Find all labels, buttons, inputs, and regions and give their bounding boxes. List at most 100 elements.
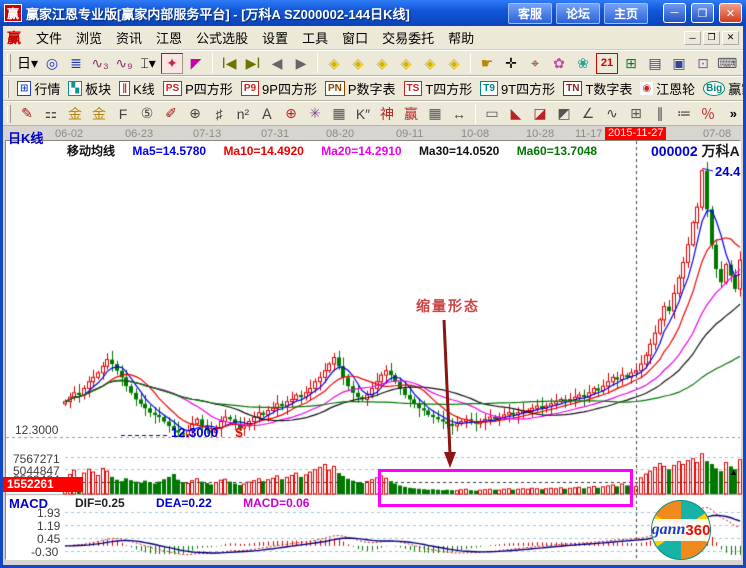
- ma5-value: Ma5=14.5780: [132, 144, 206, 158]
- computer-icon[interactable]: ⌨: [716, 53, 738, 74]
- macd-value: MACD=0.06: [243, 496, 309, 510]
- gold-grid2-icon[interactable]: 金: [88, 103, 110, 124]
- maximize-button[interactable]: ❐: [691, 3, 714, 23]
- n2-grid-icon[interactable]: n²: [232, 103, 254, 124]
- child-minimize-button[interactable]: ─: [684, 31, 701, 45]
- fan-tool-icon[interactable]: ◣: [505, 103, 527, 124]
- close-button[interactable]: ✕: [719, 3, 742, 23]
- brush-icon[interactable]: ✐: [160, 103, 182, 124]
- percent-tool-icon[interactable]: ％: [697, 103, 719, 124]
- clock-grid-icon[interactable]: ⊕: [184, 103, 206, 124]
- grid123-icon[interactable]: ▦: [424, 103, 446, 124]
- expand-h-icon[interactable]: ◈: [371, 53, 393, 74]
- fan-square2-icon[interactable]: ◩: [553, 103, 575, 124]
- channel-tool-icon[interactable]: ∥: [649, 103, 671, 124]
- t-square-button[interactable]: TST四方形: [404, 79, 473, 98]
- winner-wheel-button[interactable]: Big赢家轮: [703, 79, 743, 98]
- shrink-volume-annotation: 缩量形态: [416, 296, 480, 316]
- first-page-icon[interactable]: Ⅰ◀: [218, 53, 240, 74]
- toolbar-overflow-chevron[interactable]: »: [726, 106, 741, 121]
- t9-square-button[interactable]: T99T四方形: [480, 79, 555, 98]
- menu-item-3[interactable]: 江恩: [149, 29, 189, 48]
- chart3-icon[interactable]: ∿₃: [89, 53, 111, 74]
- a-ruler-icon[interactable]: Ａ: [256, 103, 278, 124]
- prev-icon[interactable]: ◀: [266, 53, 288, 74]
- winner-wheel-button-icon: Big: [703, 81, 725, 96]
- rect-tool-icon[interactable]: ▭: [481, 103, 503, 124]
- chart9-icon[interactable]: ∿₉: [113, 53, 135, 74]
- menu-item-5[interactable]: 设置: [255, 29, 295, 48]
- hash-grid-icon[interactable]: ♯: [208, 103, 230, 124]
- transfer-icon[interactable]: ⊡: [692, 53, 714, 74]
- customer-service-button[interactable]: 客服: [508, 3, 552, 24]
- calculator-icon[interactable]: ⊞: [620, 53, 642, 74]
- mark-teal-icon[interactable]: ❀: [572, 53, 594, 74]
- expand-all-icon[interactable]: ◈: [443, 53, 465, 74]
- magnifier-icon[interactable]: ⌖: [524, 53, 546, 74]
- chart-area: 日K线 2015-11-27 07-08 移动均线 Ma5=14.5780 Ma…: [3, 126, 743, 565]
- minimize-button[interactable]: ─: [663, 3, 686, 23]
- period-day-dropdown[interactable]: 日▾: [16, 53, 39, 74]
- menu-item-6[interactable]: 工具: [295, 29, 335, 48]
- date-tick-2: 07-13: [193, 128, 221, 140]
- trend-flag-icon[interactable]: ◤: [185, 53, 207, 74]
- p9-square-button[interactable]: P99P四方形: [241, 79, 317, 98]
- span-icon[interactable]: ↔: [448, 103, 470, 124]
- square-grid-icon[interactable]: ▦: [328, 103, 350, 124]
- candle-dropdown-icon[interactable]: ⌶▾: [137, 53, 159, 74]
- next-icon[interactable]: ▶: [290, 53, 312, 74]
- k-quote-icon[interactable]: K″: [352, 103, 374, 124]
- kline-button[interactable]: ∥K线: [119, 79, 155, 98]
- gold-grid-icon[interactable]: 金: [64, 103, 86, 124]
- angle-tool-icon[interactable]: ∠: [577, 103, 599, 124]
- t-number-button[interactable]: TNT数字表: [563, 79, 632, 98]
- sectors-button[interactable]: ▚板块: [68, 79, 111, 98]
- info-doc-icon[interactable]: ≣: [65, 53, 87, 74]
- gann-wheel-button[interactable]: ◉江恩轮: [640, 79, 695, 98]
- target-icon[interactable]: ⊕: [280, 103, 302, 124]
- crosshair-icon[interactable]: ✛: [500, 53, 522, 74]
- five-grid-icon[interactable]: ⑤: [136, 103, 158, 124]
- save-icon[interactable]: ▣: [668, 53, 690, 74]
- menu-item-8[interactable]: 交易委托: [375, 29, 441, 48]
- shift-right-icon[interactable]: ◈: [347, 53, 369, 74]
- child-close-button[interactable]: ✕: [722, 31, 739, 45]
- homepage-button[interactable]: 主页: [604, 3, 648, 24]
- menu-item-1[interactable]: 浏览: [69, 29, 109, 48]
- star-wheel-icon[interactable]: ✳: [304, 103, 326, 124]
- price-list-icon[interactable]: ≔: [673, 103, 695, 124]
- last-page-icon[interactable]: ▶Ⅰ: [242, 53, 264, 74]
- wave-tool-icon[interactable]: ∿: [601, 103, 623, 124]
- menu-item-4[interactable]: 公式选股: [189, 29, 255, 48]
- fan-square-icon[interactable]: ◪: [529, 103, 551, 124]
- calendar-icon[interactable]: 21: [596, 53, 618, 74]
- toolbar-grip: [7, 105, 11, 123]
- date-tick-7: 10-28: [526, 128, 554, 140]
- gann-pencil-icon[interactable]: ✎: [16, 103, 38, 124]
- network-icon[interactable]: ◎: [41, 53, 63, 74]
- p-number-button[interactable]: PNP数字表: [325, 79, 396, 98]
- menu-item-0[interactable]: 文件: [29, 29, 69, 48]
- quotes-button-label: 行情: [34, 79, 60, 98]
- menu-item-2[interactable]: 资讯: [109, 29, 149, 48]
- grid-tool-icon[interactable]: ⊞: [625, 103, 647, 124]
- forum-button[interactable]: 论坛: [556, 3, 600, 24]
- p-square-button[interactable]: PSP四方形: [163, 79, 233, 98]
- child-restore-button[interactable]: ❐: [703, 31, 720, 45]
- mark-pink-icon[interactable]: ✿: [548, 53, 570, 74]
- win-grid-icon[interactable]: 赢: [400, 103, 422, 124]
- panel-period-label: 日K线: [8, 128, 43, 147]
- quotes-button[interactable]: ⊞行情: [17, 79, 60, 98]
- menu-item-7[interactable]: 窗口: [335, 29, 375, 48]
- notebook-icon[interactable]: ▤: [644, 53, 666, 74]
- shen-grid-icon[interactable]: 神: [376, 103, 398, 124]
- grid-ruler-icon[interactable]: ⚏: [40, 103, 62, 124]
- compress-left-icon[interactable]: ◈: [395, 53, 417, 74]
- compress-right-icon[interactable]: ◈: [419, 53, 441, 74]
- p9-square-button-label: 9P四方形: [262, 79, 317, 98]
- hand-tool-icon[interactable]: ☛: [476, 53, 498, 74]
- gann-mode-icon[interactable]: ✦: [161, 53, 183, 74]
- menu-item-9[interactable]: 帮助: [441, 29, 481, 48]
- shift-left-icon[interactable]: ◈: [323, 53, 345, 74]
- f-grid-icon[interactable]: F: [112, 103, 134, 124]
